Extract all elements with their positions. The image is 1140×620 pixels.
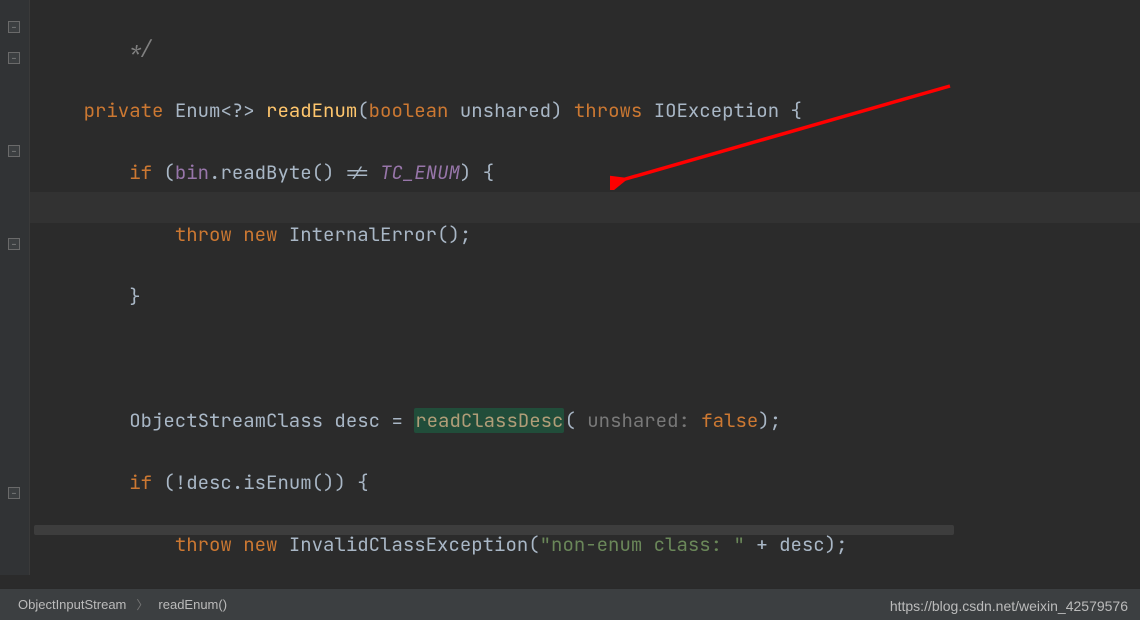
kw-boolean: boolean <box>369 98 449 123</box>
breadcrumb-method[interactable]: readEnum() <box>158 597 227 612</box>
gutter: – – – – – <box>0 0 30 575</box>
fold-marker[interactable]: – <box>8 52 20 64</box>
kw-private: private <box>84 98 164 123</box>
type-osc: ObjectStreamClass <box>129 408 323 433</box>
type-ice: InvalidClassException <box>289 532 528 557</box>
kw-throws: throws <box>574 98 642 123</box>
string-literal: "non-enum class: " <box>540 532 745 557</box>
code-editor[interactable]: – – – – – */ private Enum<?> readEnum(bo… <box>0 0 1140 575</box>
code-area[interactable]: */ private Enum<?> readEnum(boolean unsh… <box>30 0 1140 575</box>
kw-throw: throw <box>175 532 232 557</box>
param-unshared: unshared <box>460 98 551 123</box>
type-ioexception: IOException <box>654 98 779 123</box>
var-desc: desc <box>186 470 232 495</box>
comment: */ <box>129 36 152 61</box>
kw-throw: throw <box>175 222 232 247</box>
const-tc-enum: TC_ENUM <box>380 160 460 185</box>
type-enum: Enum <box>175 98 221 123</box>
call-readbyte: readByte <box>220 160 311 185</box>
method-name: readEnum <box>266 98 357 123</box>
watermark: https://blog.csdn.net/weixin_42579576 <box>890 598 1128 614</box>
generic-wildcard: <?> <box>220 98 254 123</box>
type-internalerror: InternalError <box>289 222 437 247</box>
var-desc: desc <box>334 408 380 433</box>
breadcrumb-class[interactable]: ObjectInputStream <box>18 597 126 612</box>
field-bin: bin <box>175 160 209 185</box>
param-hint: unshared: <box>587 408 690 433</box>
kw-new: new <box>243 532 277 557</box>
kw-if: if <box>129 160 152 185</box>
fold-marker[interactable]: – <box>8 145 20 157</box>
call-readclassdesc: readClassDesc <box>414 408 564 433</box>
fold-marker[interactable]: – <box>8 487 20 499</box>
call-isenum: isEnum <box>243 470 311 495</box>
fold-marker[interactable]: – <box>8 238 20 250</box>
kw-false: false <box>701 408 758 433</box>
fold-marker[interactable]: – <box>8 21 20 33</box>
breadcrumb-separator: 〉 <box>136 596 148 613</box>
kw-new: new <box>243 222 277 247</box>
var-desc: desc <box>779 532 825 557</box>
kw-if: if <box>129 470 152 495</box>
